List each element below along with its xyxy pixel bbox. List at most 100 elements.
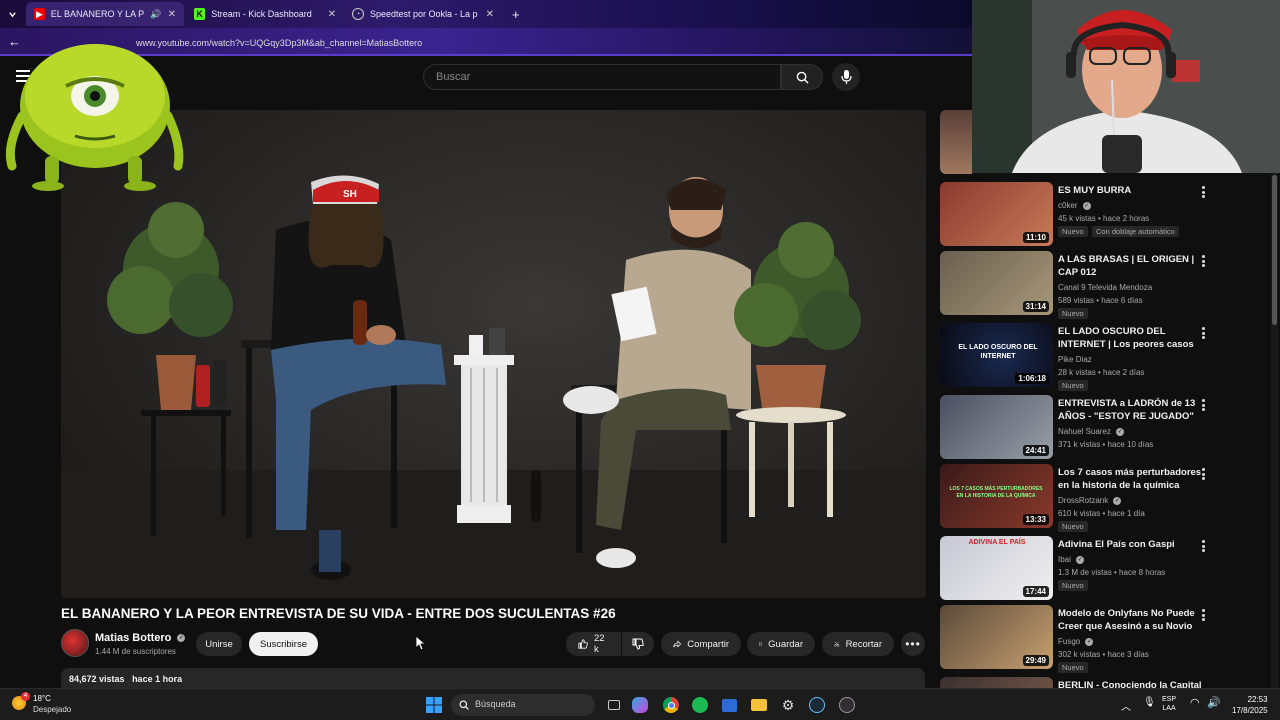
volume-icon[interactable]: 🔊 bbox=[1207, 696, 1221, 709]
tab-youtube[interactable]: ▶ EL BANANERO Y LA PEOR E 🔊 ✕ bbox=[26, 2, 184, 26]
rec-channel[interactable]: Pike Diaz bbox=[1058, 353, 1218, 366]
clip-button[interactable]: Recortar bbox=[822, 632, 894, 656]
mic-icon[interactable]: 🎙 bbox=[1143, 697, 1156, 708]
video-thumbnail[interactable]: 31:14 bbox=[940, 251, 1053, 315]
rec-title[interactable]: ENTREVISTA a LADRÓN de 13 AÑOS - "ESTOY … bbox=[1058, 397, 1208, 423]
chevron-up-icon[interactable]: ︿ bbox=[1121, 698, 1131, 713]
steam-icon[interactable] bbox=[807, 695, 827, 715]
sidebar-scrollbar[interactable] bbox=[1271, 173, 1278, 688]
close-icon[interactable]: ✕ bbox=[486, 9, 494, 20]
description-box[interactable]: 84,672 vistas hace 1 hora bbox=[61, 668, 925, 690]
join-button[interactable]: Unirse bbox=[196, 632, 242, 656]
more-actions-button[interactable]: ••• bbox=[901, 632, 925, 656]
obs-icon[interactable] bbox=[837, 695, 857, 715]
task-view-icon[interactable] bbox=[604, 695, 624, 715]
share-label: Compartir bbox=[687, 638, 729, 650]
weather-desc: Despejado bbox=[33, 705, 72, 714]
more-icon[interactable] bbox=[1202, 186, 1206, 198]
more-icon[interactable] bbox=[1202, 540, 1206, 552]
subscribe-button[interactable]: Suscribirse bbox=[249, 632, 318, 656]
rec-title[interactable]: Adivina El País con Gaspi bbox=[1058, 538, 1208, 551]
video-player[interactable]: SH bbox=[61, 110, 926, 598]
search-icon bbox=[796, 71, 809, 84]
rec-title[interactable]: EL LADO OSCURO DEL INTERNET | Los peores… bbox=[1058, 325, 1208, 351]
tab-kick[interactable]: K Stream - Kick Dashboard ✕ bbox=[186, 2, 344, 26]
rec-channel[interactable]: DrossRotzank ✓ bbox=[1058, 494, 1218, 507]
rec-channel[interactable]: Ibai ✓ bbox=[1058, 553, 1218, 566]
news-icon[interactable] bbox=[719, 695, 739, 715]
copilot-icon[interactable] bbox=[632, 697, 648, 713]
list-item[interactable]: 24:41 ENTREVISTA a LADRÓN de 13 AÑOS - "… bbox=[940, 395, 1270, 465]
rec-channel[interactable]: Canal 9 Televida Mendoza bbox=[1058, 281, 1218, 294]
video-thumbnail[interactable]: 24:41 bbox=[940, 395, 1053, 459]
system-clock[interactable]: 22:53 17/8/2025 bbox=[1232, 694, 1268, 716]
like-button[interactable]: 22 k bbox=[566, 632, 621, 656]
video-thumbnail[interactable]: ADIVINA EL PAÍS 17:44 bbox=[940, 536, 1053, 600]
more-icon[interactable] bbox=[1202, 399, 1206, 411]
duration-badge: 13:33 bbox=[1022, 514, 1049, 525]
rec-title[interactable]: ES MUY BURRA bbox=[1058, 184, 1208, 197]
save-button[interactable]: Guardar bbox=[747, 632, 815, 656]
rec-title[interactable]: Los 7 casos más perturbadores en la hist… bbox=[1058, 466, 1208, 492]
rec-meta: 610 k vistas • hace 1 día bbox=[1058, 509, 1145, 518]
language-indicator[interactable]: ESP LAA bbox=[1162, 695, 1176, 713]
more-icon[interactable] bbox=[1202, 327, 1206, 339]
rec-title[interactable]: Modelo de Onlyfans No Puede Creer que As… bbox=[1058, 607, 1208, 633]
close-icon[interactable]: ✕ bbox=[168, 9, 176, 20]
tab-label: Stream - Kick Dashboard bbox=[211, 9, 312, 19]
video-thumbnail[interactable]: LOS 7 CASOS MÁS PERTURBADORES EN LA HIST… bbox=[940, 464, 1053, 528]
new-badge: Nuevo bbox=[1058, 308, 1088, 319]
rec-meta: 45 k vistas • hace 2 horas bbox=[1058, 214, 1150, 223]
taskbar-search-placeholder: Búsqueda bbox=[475, 699, 516, 709]
thumbs-down-icon bbox=[632, 638, 644, 650]
list-item[interactable]: 31:14 A LAS BRASAS | EL ORIGEN | CAP 012… bbox=[940, 251, 1270, 321]
rec-channel[interactable]: Fusgo ✓ bbox=[1058, 635, 1218, 648]
duration-badge: 24:41 bbox=[1022, 445, 1049, 456]
avatar[interactable] bbox=[61, 629, 89, 657]
chrome-icon[interactable] bbox=[661, 695, 681, 715]
new-badge: Nuevo bbox=[1058, 380, 1088, 391]
video-thumbnail[interactable]: 11:10 bbox=[940, 182, 1053, 246]
search-placeholder: Buscar bbox=[436, 71, 471, 83]
video-thumbnail[interactable] bbox=[940, 677, 1053, 688]
search-input[interactable]: Buscar bbox=[423, 64, 781, 90]
windows-start-icon[interactable] bbox=[424, 695, 444, 715]
rec-title[interactable]: BERLIN - Conociendo la Capital bbox=[1058, 679, 1258, 688]
like-count: 22 k bbox=[594, 633, 605, 655]
dislike-button[interactable] bbox=[622, 632, 654, 656]
video-thumbnail[interactable]: EL LADO OSCURO DEL INTERNET 1:06:18 bbox=[940, 323, 1053, 387]
channel-name[interactable]: Matias Bottero ✓ bbox=[95, 632, 186, 644]
more-icon[interactable] bbox=[1202, 255, 1206, 267]
taskbar-search[interactable]: Búsqueda bbox=[451, 694, 595, 716]
rec-channel[interactable]: c0ker ✓ bbox=[1058, 199, 1218, 212]
new-badge: Nuevo bbox=[1058, 662, 1088, 673]
verified-icon: ✓ bbox=[1076, 555, 1085, 564]
mike-wazowski-overlay bbox=[5, 44, 184, 191]
list-item[interactable]: LOS 7 CASOS MÁS PERTURBADORES EN LA HIST… bbox=[940, 464, 1270, 534]
rec-channel[interactable]: Nahuel Suarez ✓ bbox=[1058, 425, 1218, 438]
spotify-icon[interactable] bbox=[690, 695, 710, 715]
list-item[interactable]: BERLIN - Conociendo la Capital bbox=[940, 677, 1270, 688]
close-icon[interactable]: ✕ bbox=[328, 9, 336, 20]
audio-icon[interactable]: 🔊 bbox=[150, 9, 161, 20]
wifi-icon[interactable]: ◠ bbox=[1190, 696, 1200, 709]
share-button[interactable]: Compartir bbox=[661, 632, 741, 656]
voice-search-button[interactable] bbox=[832, 63, 860, 91]
list-item[interactable]: 29:49 Modelo de Onlyfans No Puede Creer … bbox=[940, 605, 1270, 675]
new-tab-button[interactable]: + bbox=[504, 2, 524, 26]
list-item[interactable]: ADIVINA EL PAÍS 17:44 Adivina El País co… bbox=[940, 536, 1270, 606]
tab-list-button[interactable] bbox=[2, 2, 24, 26]
settings-icon[interactable]: ⚙ bbox=[778, 695, 798, 715]
rec-title[interactable]: A LAS BRASAS | EL ORIGEN | CAP 012 bbox=[1058, 253, 1208, 279]
rec-meta: 371 k vistas • hace 10 días bbox=[1058, 440, 1154, 449]
folder-icon[interactable] bbox=[749, 695, 769, 715]
video-thumbnail[interactable]: 29:49 bbox=[940, 605, 1053, 669]
video-frame: SH bbox=[61, 175, 926, 598]
more-icon[interactable] bbox=[1202, 468, 1206, 480]
list-item[interactable]: 11:10 ES MUY BURRA c0ker ✓ 45 k vistas •… bbox=[940, 182, 1270, 252]
search-button[interactable] bbox=[781, 64, 823, 90]
tab-speedtest[interactable]: ◔ Speedtest por Ookla - La prueb ✕ bbox=[344, 2, 502, 26]
channel-text: Nahuel Suarez bbox=[1058, 427, 1111, 436]
list-item[interactable]: EL LADO OSCURO DEL INTERNET 1:06:18 EL L… bbox=[940, 323, 1270, 393]
more-icon[interactable] bbox=[1202, 609, 1206, 621]
